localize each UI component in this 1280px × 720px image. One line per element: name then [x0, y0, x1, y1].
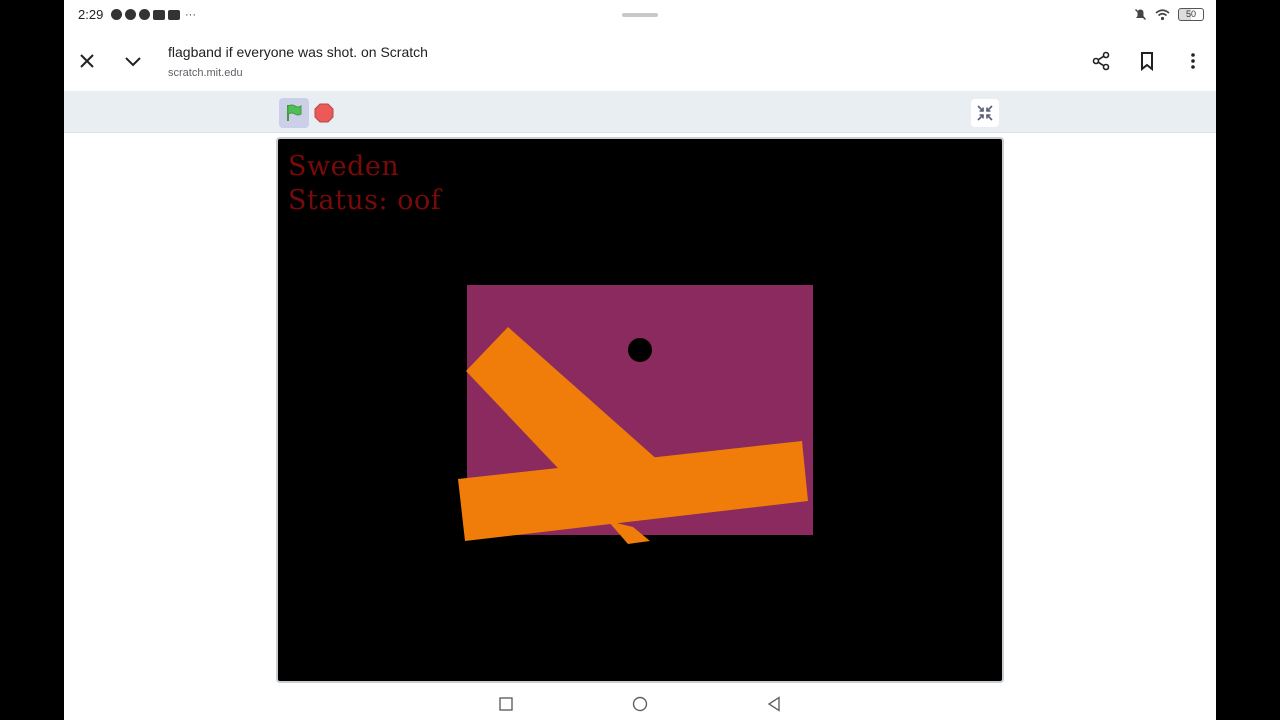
- notification-icons: ···: [111, 9, 196, 20]
- square-recents-icon: [499, 697, 513, 711]
- stop-icon: [314, 103, 334, 123]
- share-button[interactable]: [1085, 45, 1117, 77]
- chevron-down-icon: [125, 57, 141, 67]
- battery-indicator: 50: [1178, 8, 1204, 21]
- youtube-icon: [168, 9, 180, 20]
- status-text: Status: oof: [288, 185, 442, 216]
- share-icon: [1092, 51, 1110, 71]
- recents-button[interactable]: [497, 695, 515, 713]
- scratch-controls-bar: [64, 91, 1216, 133]
- status-time: 2:29: [78, 7, 104, 22]
- bullet-hole: [628, 338, 652, 362]
- status-right-icons: 50: [1134, 8, 1204, 21]
- more-notifications: ···: [185, 8, 196, 21]
- android-nav-bar: [64, 688, 1216, 720]
- circle-home-icon: [632, 696, 648, 712]
- more-vert-icon: [1191, 53, 1195, 69]
- country-name-text: Sweden: [288, 151, 400, 182]
- drag-handle[interactable]: [622, 13, 658, 17]
- back-button[interactable]: [765, 695, 783, 713]
- page-title: flagband if everyone was shot. on Scratc…: [168, 44, 428, 60]
- fullscreen-exit-icon: [977, 105, 993, 121]
- scratch-stage[interactable]: Sweden Status: oof: [276, 137, 1004, 683]
- phone-screen: 2:29 ··· 50 flagband if everyone was sho…: [64, 0, 1216, 720]
- youtube-icon: [153, 9, 165, 20]
- close-icon: [80, 54, 94, 68]
- messenger-icon: [139, 9, 150, 20]
- home-button[interactable]: [631, 695, 649, 713]
- green-flag-icon: [287, 104, 302, 121]
- more-menu-button[interactable]: [1177, 45, 1209, 77]
- wifi-icon: [1155, 8, 1170, 20]
- close-button[interactable]: [71, 45, 103, 77]
- mute-bell-icon: [1135, 9, 1146, 20]
- status-bar: 2:29 ··· 50: [64, 0, 1216, 30]
- green-flag-button[interactable]: [279, 98, 309, 128]
- exit-fullscreen-button[interactable]: [971, 99, 999, 127]
- facebook-icon: [111, 9, 122, 20]
- stop-button[interactable]: [314, 103, 334, 123]
- facebook-icon: [125, 9, 136, 20]
- browser-toolbar: flagband if everyone was shot. on Scratc…: [64, 30, 1216, 91]
- triangle-back-icon: [767, 696, 780, 712]
- page-url: scratch.mit.edu: [168, 67, 243, 79]
- broken-flag-drawing: [458, 285, 813, 544]
- bookmark-icon: [1141, 52, 1153, 71]
- minimize-tab-button[interactable]: [117, 45, 149, 77]
- bookmark-button[interactable]: [1131, 45, 1163, 77]
